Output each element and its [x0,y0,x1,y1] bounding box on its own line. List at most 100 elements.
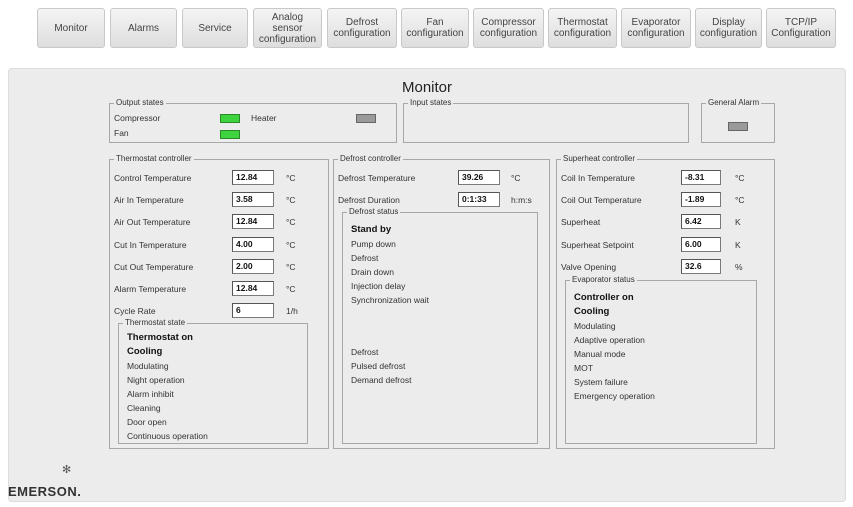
alarm-temperature-label: Alarm Temperature [114,284,187,294]
evap-modulating: Modulating [574,321,616,331]
air-in-temperature-unit: °C [286,195,296,205]
valve-opening-value: 32.6 [681,259,721,274]
state-modulating: Modulating [127,361,169,371]
coil-out-temperature-label: Coil Out Temperature [561,195,642,205]
cut-in-temperature-value: 4.00 [232,237,274,252]
defrost-temperature-label: Defrost Temperature [338,173,416,183]
state-cleaning: Cleaning [127,403,161,413]
cut-in-temperature-label: Cut In Temperature [114,240,187,250]
state-night-operation: Night operation [127,375,185,385]
defrost-controller-group: Defrost controller Defrost Temperature 3… [333,154,550,449]
state-continuous-operation: Continuous operation [127,431,208,441]
output-states-group: Output states Compressor Heater Fan [109,98,397,143]
general-alarm-label: General Alarm [706,98,762,108]
state-thermostat-on: Thermostat on [127,332,193,343]
cycle-rate-unit: 1/h [286,306,298,316]
superheat-setpoint-value: 6.00 [681,237,721,252]
fan-label: Fan [114,128,129,138]
cycle-rate-value: 6 [232,303,274,318]
cut-out-temperature-label: Cut Out Temperature [114,262,194,272]
cut-out-temperature-value: 2.00 [232,259,274,274]
evap-emergency-operation: Emergency operation [574,391,655,401]
thermostat-state-label: Thermostat state [123,318,188,328]
general-alarm-indicator [728,122,748,131]
tab-analog-sensor-configuration[interactable]: Analog sensor configuration [253,8,322,48]
tab-display-configuration[interactable]: Display configuration [695,8,762,48]
superheat-value: 6.42 [681,214,721,229]
defrost-duration-value: 0:1:33 [458,192,500,207]
status-stand-by: Stand by [351,224,392,235]
air-out-temperature-unit: °C [286,217,296,227]
tab-evaporator-configuration[interactable]: Evaporator configuration [621,8,691,48]
superheat-controller-label: Superheat controller [561,154,638,164]
superheat-setpoint-label: Superheat Setpoint [561,240,634,250]
compressor-label: Compressor [114,113,161,123]
thermostat-controller-label: Thermostat controller [114,154,194,164]
coil-out-temperature-unit: °C [735,195,745,205]
tab-monitor[interactable]: Monitor [37,8,105,48]
superheat-controller-group: Superheat controller Coil In Temperature… [556,154,775,449]
status-synchronization-wait: Synchronization wait [351,295,429,305]
defrost-temperature-unit: °C [511,173,521,183]
cut-in-temperature-unit: °C [286,240,296,250]
superheat-label: Superheat [561,217,601,227]
general-alarm-group: General Alarm [701,98,775,143]
input-states-label: Input states [408,98,454,108]
output-states-label: Output states [114,98,166,108]
tab-defrost-configuration[interactable]: Defrost configuration [327,8,397,48]
heater-indicator [356,114,376,123]
status-pump-down: Pump down [351,239,396,249]
tab-service[interactable]: Service [182,8,248,48]
status-defrost-type: Defrost [351,347,379,357]
coil-in-temperature-value: -8.31 [681,170,721,185]
tab-alarms[interactable]: Alarms [110,8,177,48]
cycle-rate-label: Cycle Rate [114,306,156,316]
valve-opening-label: Valve Opening [561,262,617,272]
defrost-duration-unit: h:m:s [511,195,532,205]
defrost-temperature-value: 39.26 [458,170,500,185]
tab-thermostat-configuration[interactable]: Thermostat configuration [548,8,617,48]
control-temperature-value: 12.84 [232,170,274,185]
control-temperature-label: Control Temperature [114,173,192,183]
superheat-unit: K [735,217,741,227]
emerson-logo: EMERSON. [8,484,82,499]
defrost-controller-label: Defrost controller [338,154,403,164]
air-out-temperature-value: 12.84 [232,214,274,229]
evaporator-status-group: Evaporator status Controller on Cooling … [565,275,757,444]
status-drain-down: Drain down [351,267,394,277]
evap-controller-on: Controller on [574,292,634,303]
air-out-temperature-label: Air Out Temperature [114,217,191,227]
defrost-status-group: Defrost status Stand by Pump down Defros… [342,207,538,444]
air-in-temperature-value: 3.58 [232,192,274,207]
tab-bar: Monitor Alarms Service Analog sensor con… [0,0,853,58]
cut-out-temperature-unit: °C [286,262,296,272]
evap-mot: MOT [574,363,593,373]
input-states-group: Input states [403,98,689,143]
status-defrost: Defrost [351,253,379,263]
coil-in-temperature-unit: °C [735,173,745,183]
evap-system-failure: System failure [574,377,628,387]
tab-tcpip-configuration[interactable]: TCP/IP Configuration [766,8,836,48]
evaporator-status-label: Evaporator status [570,275,637,285]
superheat-setpoint-unit: K [735,240,741,250]
evap-manual-mode: Manual mode [574,349,626,359]
coil-in-temperature-label: Coil In Temperature [561,173,636,183]
emerson-logo-icon: ✻ [62,464,72,476]
status-demand-defrost: Demand defrost [351,375,412,385]
tab-fan-configuration[interactable]: Fan configuration [401,8,469,48]
air-in-temperature-label: Air In Temperature [114,195,184,205]
heater-label: Heater [251,113,277,123]
tab-compressor-configuration[interactable]: Compressor configuration [473,8,544,48]
thermostat-state-group: Thermostat state Thermostat on Cooling M… [118,318,308,444]
valve-opening-unit: % [735,262,743,272]
compressor-indicator [220,114,240,123]
thermostat-controller-group: Thermostat controller Control Temperatur… [109,154,329,449]
evap-cooling: Cooling [574,306,610,317]
coil-out-temperature-value: -1.89 [681,192,721,207]
alarm-temperature-unit: °C [286,284,296,294]
status-pulsed-defrost: Pulsed defrost [351,361,406,371]
page-title: Monitor [401,79,453,96]
state-cooling: Cooling [127,346,163,357]
monitor-panel: Monitor Output states Compressor Heater … [8,68,846,502]
status-injection-delay: Injection delay [351,281,406,291]
